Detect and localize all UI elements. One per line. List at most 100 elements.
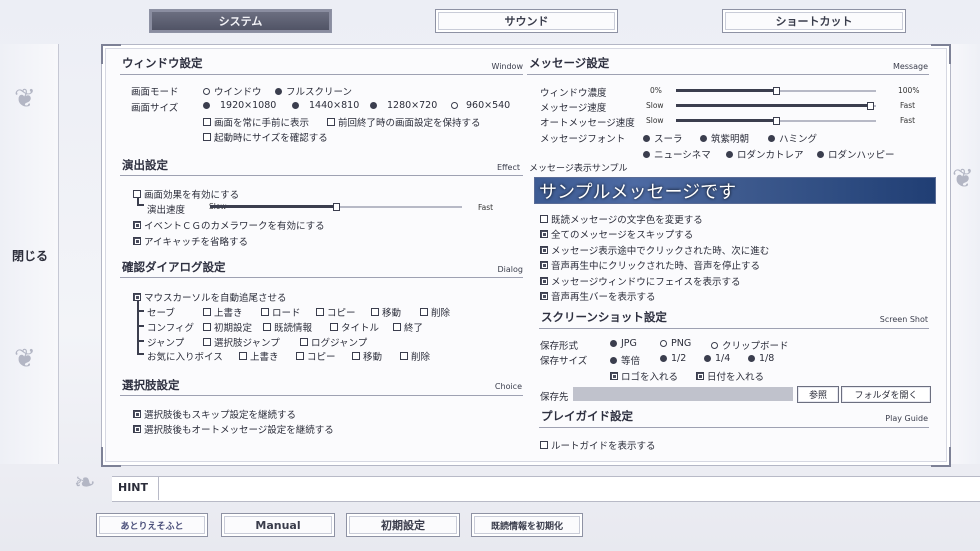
radio-fullscreen[interactable]: フルスクリーン — [275, 84, 352, 98]
radio-font-tsukushi[interactable]: 筑紫明朝 — [700, 131, 749, 145]
check-dialog-config-read[interactable]: 既読情報 — [263, 320, 312, 334]
radio-off-icon — [203, 87, 210, 95]
radio-1920[interactable]: 1920×1080 — [203, 100, 276, 111]
radio-font-humming[interactable]: ハミング — [768, 131, 817, 145]
radio-font-cattleya[interactable]: ロダンカトレア — [726, 147, 804, 161]
auto-speed-slider[interactable] — [676, 117, 876, 125]
check-camera-work[interactable]: イベントＣＧのカメラワークを有効にする — [133, 218, 325, 232]
slider-knob[interactable] — [773, 117, 780, 125]
radio-png[interactable]: PNG — [660, 338, 691, 349]
radio-jpg[interactable]: JPG — [610, 338, 637, 349]
radio-size-full[interactable]: 等倍 — [610, 353, 640, 367]
effect-speed-slider[interactable] — [210, 203, 462, 211]
check-click-stop-voice[interactable]: 音声再生中にクリックされた時、音声を停止する — [540, 258, 760, 272]
check-skip-eyecatch[interactable]: アイキャッチを省略する — [133, 234, 248, 248]
button-label: 初期設定 — [381, 519, 425, 532]
check-dialog-jump-log[interactable]: ログジャンプ — [300, 335, 367, 349]
tab-shortcut[interactable]: ショートカット — [722, 9, 906, 33]
tab-system[interactable]: システム — [149, 9, 332, 33]
check-dialog-config-title[interactable]: タイトル — [330, 320, 379, 334]
divider — [120, 175, 523, 176]
radio-960[interactable]: 960×540 — [451, 100, 510, 111]
logo-button[interactable]: あとりえそふと — [96, 513, 208, 537]
check-label: 終了 — [404, 323, 424, 334]
check-dialog-save-copy[interactable]: コピー — [316, 305, 356, 319]
check-label: 既読メッセージの文字色を変更する — [551, 215, 703, 226]
check-show-face[interactable]: メッセージウィンドウにフェイスを表示する — [540, 274, 741, 288]
check-dialog-voice-copy[interactable]: コピー — [296, 349, 336, 363]
radio-size-eighth[interactable]: 1/8 — [748, 353, 774, 364]
effect-section-title: 演出設定 — [122, 158, 168, 172]
check-label: メッセージウィンドウにフェイスを表示する — [551, 277, 741, 288]
tree-branch — [137, 325, 144, 327]
reset-button[interactable]: 初期設定 — [346, 513, 460, 537]
check-dialog-save-move[interactable]: 移動 — [371, 305, 401, 319]
check-label: マウスカーソルを自動追尾させる — [144, 293, 287, 304]
screenshot-section-title: スクリーンショット設定 — [541, 310, 667, 324]
check-dialog-voice-delete[interactable]: 削除 — [400, 349, 430, 363]
radio-1440[interactable]: 1440×810 — [292, 100, 359, 111]
browse-button[interactable]: 参照 — [797, 386, 839, 403]
check-click-advance[interactable]: メッセージ表示途中でクリックされた時、次に進む — [540, 243, 769, 257]
right-ornament-panel: ❦ — [947, 44, 980, 464]
open-folder-button[interactable]: フォルダを開く — [841, 386, 931, 403]
button-label: 参照 — [808, 391, 827, 401]
check-route-guide[interactable]: ルートガイドを表示する — [540, 438, 656, 452]
radio-clipboard[interactable]: クリップボード — [711, 338, 789, 352]
slider-knob[interactable] — [773, 87, 780, 95]
window-opacity-slider[interactable] — [676, 87, 876, 95]
check-dialog-jump-choice[interactable]: 選択肢ジャンプ — [203, 335, 280, 349]
check-dialog-config-default[interactable]: 初期設定 — [203, 320, 252, 334]
checkbox-icon — [133, 410, 141, 418]
choice-section-en: Choice — [494, 382, 522, 391]
radio-size-half[interactable]: 1/2 — [660, 353, 686, 364]
divider — [120, 277, 523, 278]
check-voice-bar[interactable]: 音声再生バーを表示する — [540, 289, 656, 303]
check-dialog-voice-overwrite[interactable]: 上書き — [239, 349, 279, 363]
radio-window[interactable]: ウインドウ — [203, 84, 262, 98]
radio-on-icon — [704, 355, 711, 362]
slider-knob[interactable] — [333, 203, 340, 211]
check-skip-all[interactable]: 全てのメッセージをスキップする — [540, 227, 693, 241]
message-speed-slider[interactable] — [676, 102, 876, 110]
manual-button[interactable]: Manual — [221, 513, 335, 537]
tree-branch — [137, 340, 144, 342]
check-screen-effect[interactable]: 画面効果を有効にする — [133, 187, 239, 201]
radio-size-quarter[interactable]: 1/4 — [704, 353, 730, 364]
radio-1280[interactable]: 1280×720 — [370, 100, 437, 111]
check-date[interactable]: 日付を入れる — [696, 369, 764, 383]
flourish-icon: ❦ — [14, 84, 36, 114]
slider-fill — [210, 205, 336, 208]
check-dialog-save-overwrite[interactable]: 上書き — [203, 305, 243, 319]
check-confirm-size[interactable]: 起動時にサイズを確認する — [203, 130, 328, 144]
check-choice-skip[interactable]: 選択肢後もスキップ設定を継続する — [133, 407, 296, 421]
check-dialog-config-exit[interactable]: 終了 — [393, 320, 423, 334]
checkbox-icon — [330, 323, 338, 331]
save-dest-field[interactable] — [573, 387, 793, 401]
close-side-panel[interactable]: ❦ ❦ 閉じる — [0, 44, 59, 464]
opacity-max-label: 100% — [898, 86, 920, 95]
checkbox-icon — [371, 308, 379, 316]
radio-font-newcinema[interactable]: ニューシネマ — [643, 147, 711, 161]
check-dialog-save-delete[interactable]: 削除 — [420, 305, 450, 319]
check-read-color[interactable]: 既読メッセージの文字色を変更する — [540, 212, 703, 226]
slider-knob[interactable] — [867, 102, 874, 110]
check-label: 削除 — [411, 352, 431, 363]
checkbox-icon — [133, 221, 141, 229]
radio-font-sura[interactable]: スーラ — [643, 131, 683, 145]
checkbox-icon — [540, 230, 548, 238]
check-mouse-follow[interactable]: マウスカーソルを自動追尾させる — [133, 290, 287, 304]
check-logo[interactable]: ロゴを入れる — [610, 369, 678, 383]
radio-label: 1/8 — [759, 353, 775, 364]
check-dialog-save-load[interactable]: ロード — [261, 305, 301, 319]
check-label: 日付を入れる — [707, 372, 765, 383]
check-choice-auto[interactable]: 選択肢後もオートメッセージ設定を継続する — [133, 422, 334, 436]
radio-font-happy[interactable]: ロダンハッピー — [817, 147, 895, 161]
clear-read-button[interactable]: 既読情報を初期化 — [471, 513, 583, 537]
check-always-front[interactable]: 画面を常に手前に表示 — [203, 115, 309, 129]
message-section-title: メッセージ設定 — [529, 56, 610, 70]
fast-label: Fast — [900, 101, 916, 110]
tab-sound[interactable]: サウンド — [435, 9, 618, 33]
check-dialog-voice-move[interactable]: 移動 — [352, 349, 382, 363]
check-keep-settings[interactable]: 前回終了時の画面設定を保持する — [327, 115, 481, 129]
